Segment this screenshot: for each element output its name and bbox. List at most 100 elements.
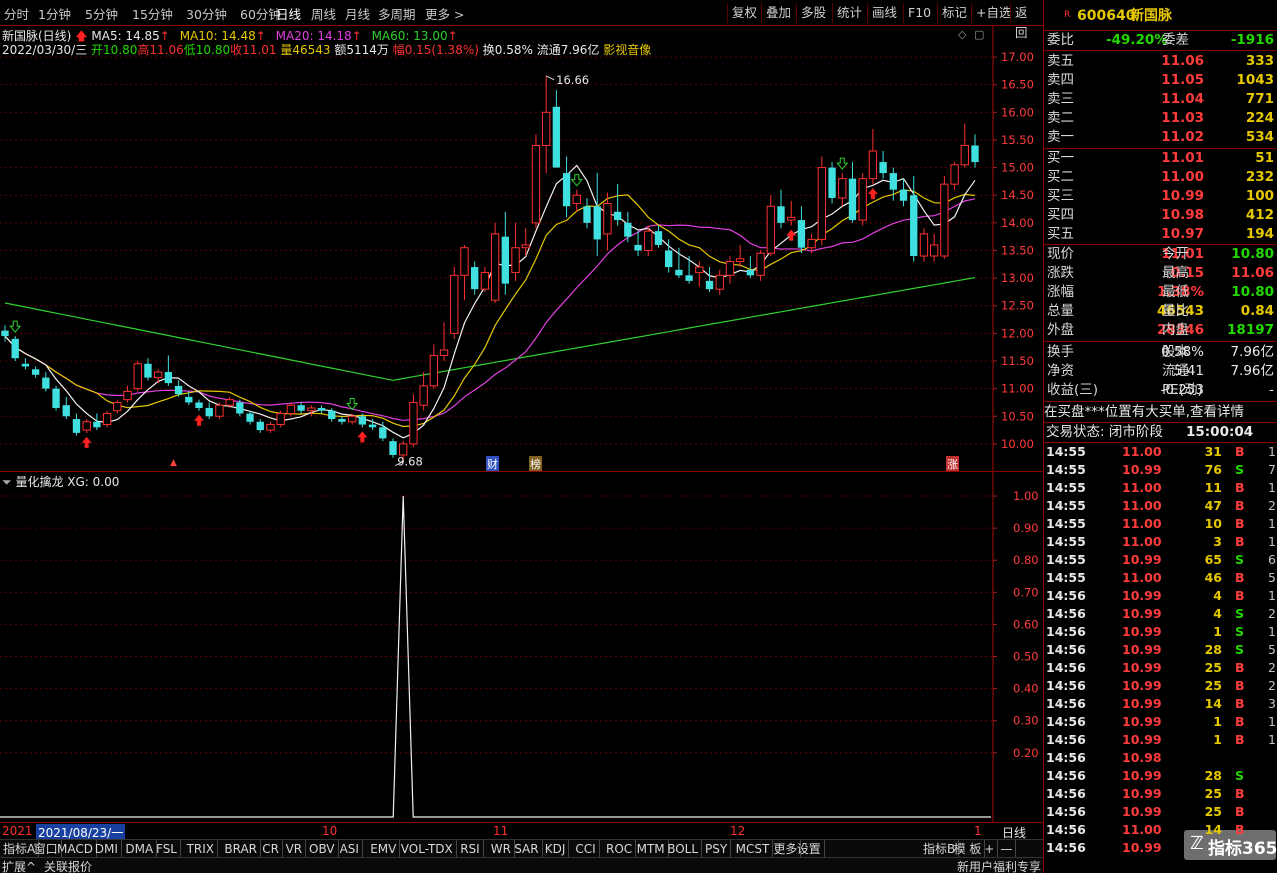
period-tab-1min[interactable]: 1分钟 — [38, 4, 71, 23]
ask-row: 卖三 11.04 771 — [1044, 90, 1277, 109]
trade-time: 14:56 — [1046, 822, 1086, 837]
indicator-tab-14[interactable]: RSI — [457, 840, 484, 858]
candle-body — [695, 266, 704, 274]
indicator-tab-7[interactable]: BRAR — [221, 840, 262, 858]
trade-count: 5 — [1268, 570, 1276, 585]
ask-label: 卖一 — [1047, 129, 1074, 145]
period-tab-30min[interactable]: 30分钟 — [186, 4, 227, 23]
indicator-tab-23[interactable]: MCST — [733, 840, 774, 858]
period-tab-fenshi[interactable]: 分时 — [4, 4, 29, 23]
candle-body — [102, 413, 112, 426]
indicator-tab-8[interactable]: CR — [259, 840, 283, 858]
period-tab-monthly[interactable]: 月线 — [345, 4, 370, 23]
indicator-tab-29[interactable]: — — [997, 840, 1017, 858]
quote-row: 涨跌 0.15 最高 11.06 — [1044, 264, 1277, 283]
trade-price: 11.00 — [1122, 570, 1162, 585]
indicator-tab-5[interactable]: FSL — [153, 840, 181, 858]
trade-side: B — [1235, 696, 1245, 711]
trade-row: 14:55 11.00 31 B 1 — [1044, 443, 1277, 461]
candle-body — [21, 363, 30, 367]
indicator-tab-13[interactable]: VOL-TDX — [398, 840, 457, 858]
candle-body — [552, 106, 561, 168]
indicator-tab-16[interactable]: SAR — [511, 840, 543, 858]
indicator-tab-12[interactable]: EMV — [367, 840, 401, 858]
indicator-tab-22[interactable]: PSY — [702, 840, 732, 858]
indicator-tab-11[interactable]: ASI — [337, 840, 363, 858]
period-tab-multi[interactable]: 多周期 — [378, 4, 416, 23]
trade-volume: 47 — [1204, 498, 1222, 513]
f10-button[interactable]: F10 — [903, 3, 935, 23]
indicator-tab-3[interactable]: DMI — [92, 840, 122, 858]
promo-link[interactable]: 新用户福利专享 — [957, 858, 1041, 873]
marker-cai[interactable]: 财 — [486, 456, 499, 472]
big-order-message[interactable]: 在买盘***位置有大买单,查看详情 — [1044, 403, 1277, 422]
trade-volume: 25 — [1204, 678, 1222, 693]
kline-chart[interactable]: 10.00 10.50 11.00 11.50 12.00 12.50 13.00 13.50… — [0, 26, 1043, 471]
candle-body — [358, 416, 367, 425]
trade-time: 14:56 — [1046, 660, 1086, 675]
fin-label-2: 流通 — [1162, 363, 1189, 379]
marker-zhang[interactable]: 涨 — [946, 456, 959, 472]
indicator-collapse-icon[interactable]: ⏷ — [2, 475, 12, 489]
period-tab-5min[interactable]: 5分钟 — [85, 4, 118, 23]
indicator-tab-25[interactable]: 设置 — [794, 840, 825, 858]
candle-body — [807, 238, 816, 249]
trade-price: 10.99 — [1122, 624, 1162, 639]
indicator-tab-19[interactable]: ROC — [603, 840, 637, 858]
marker-bang[interactable]: 榜 — [529, 456, 542, 472]
related-quote-button[interactable]: 关联报价 — [44, 858, 92, 873]
candle-body — [940, 183, 949, 257]
diamond-icon[interactable]: ◇ — [958, 28, 966, 41]
period-tab-60min[interactable]: 60分钟 — [240, 4, 281, 23]
quote-label: 外盘 — [1047, 322, 1074, 338]
add-watchlist-button[interactable]: +自选 — [971, 3, 1015, 23]
bar-date: 2022/03/30/三 — [2, 43, 88, 57]
trade-price: 10.99 — [1122, 804, 1162, 819]
candle-body — [848, 178, 857, 221]
trade-time: 14:56 — [1046, 840, 1086, 855]
expand-button[interactable]: 扩展^ — [2, 858, 36, 873]
period-tab-more[interactable]: 更多 > — [425, 4, 464, 23]
indicator-tab-10[interactable]: OBV — [306, 840, 339, 858]
candle-body — [460, 247, 469, 276]
indicator-chart[interactable]: 0.20 0.30 0.40 0.50 0.60 0.70 0.80 0.90 1.00 — [0, 472, 1043, 822]
quote-row: 现价 11.01 今开 10.80 — [1044, 245, 1277, 264]
period-tab-daily[interactable]: 日线 — [276, 4, 301, 23]
buy-arrow-icon — [81, 436, 92, 448]
ask-price: 11.04 — [1161, 91, 1204, 107]
trade-time: 14:56 — [1046, 588, 1086, 603]
fuquan-button[interactable]: 复权 — [727, 3, 761, 23]
stock-name: 新国脉 — [1130, 8, 1172, 24]
bar-turnover: 换0.58% — [482, 43, 533, 57]
window-mode-icon[interactable]: ▢ — [974, 28, 984, 41]
indicator-tab-9[interactable]: VR — [283, 840, 307, 858]
indicator-tab-28[interactable]: + — [981, 840, 999, 858]
y-tick-label: 11.00 — [1001, 382, 1034, 396]
bid-row: 买五 10.97 194 — [1044, 225, 1277, 244]
chevron-right-icon: > — [454, 7, 465, 22]
back-button[interactable]: 返回 — [1010, 3, 1043, 40]
indicator-tab-18[interactable]: CCI — [572, 840, 600, 858]
draw-line-button[interactable]: 画线 — [867, 3, 901, 23]
multi-stock-button[interactable]: 多股 — [796, 3, 830, 23]
indicator-tab-17[interactable]: KDJ — [542, 840, 570, 858]
candle-body — [603, 203, 612, 235]
statistics-button[interactable]: 统计 — [832, 3, 866, 23]
sector-label: 影视音像 — [603, 43, 652, 57]
candle-body — [541, 111, 551, 146]
indicator-tab-6[interactable]: TRIX — [184, 840, 219, 858]
indicator-tab-21[interactable]: BOLL — [664, 840, 703, 858]
indicator-tab-27[interactable]: 模 板 — [951, 840, 986, 858]
mark-button[interactable]: 标记 — [937, 3, 971, 23]
candle-body — [236, 402, 244, 414]
fin-row: 换手 0.58% 股本 7.96亿 — [1044, 343, 1277, 362]
period-tab-15min[interactable]: 15分钟 — [132, 4, 173, 23]
overlay-button[interactable]: 叠加 — [761, 3, 795, 23]
trade-time: 14:55 — [1046, 480, 1086, 495]
trade-price: 10.99 — [1122, 768, 1162, 783]
indicator-tab-4[interactable]: DMA — [122, 840, 158, 858]
period-tab-weekly[interactable]: 周线 — [311, 4, 336, 23]
indicator-tab-2[interactable]: MACD — [54, 840, 97, 858]
top-toolbar: 分时 1分钟 5分钟 15分钟 30分钟 60分钟 日线 周线 月线 多周期 更… — [0, 0, 1043, 40]
trade-side: S — [1235, 606, 1245, 621]
